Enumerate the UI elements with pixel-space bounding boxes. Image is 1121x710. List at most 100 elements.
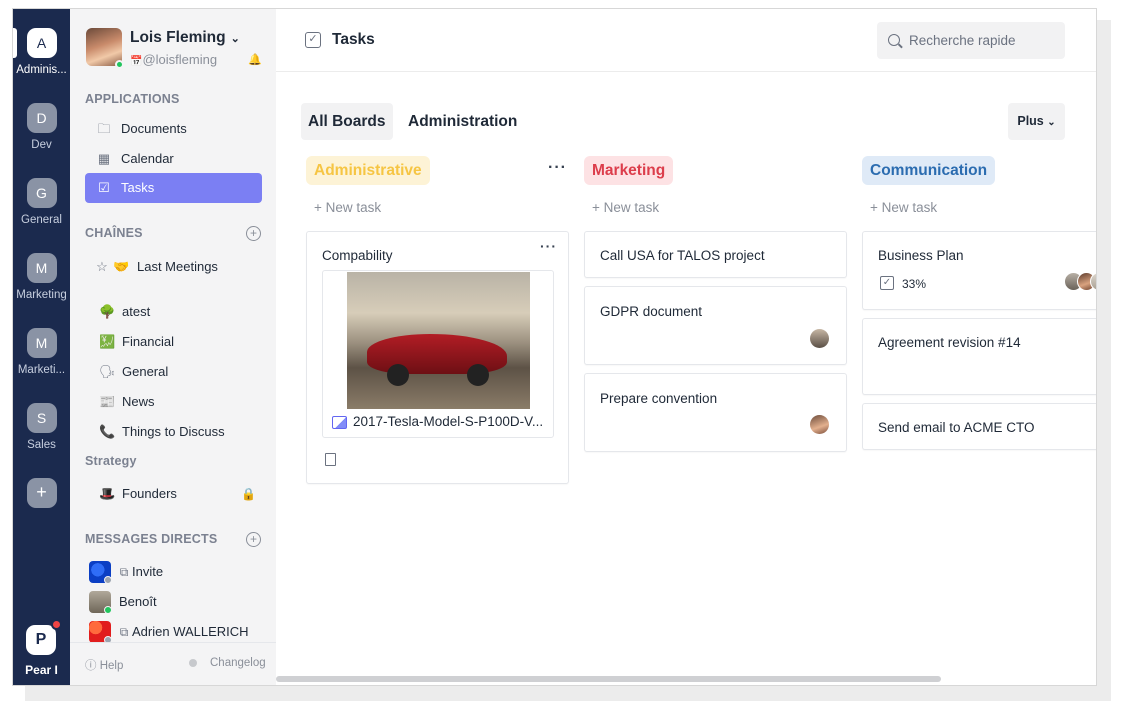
card-title: Call USA for TALOS project: [600, 248, 765, 263]
workspace-letter: M: [26, 328, 57, 358]
direct-messages-heading: MESSAGES DIRECTS: [85, 532, 218, 546]
user-handle: 📅@loisfleming: [130, 52, 217, 67]
channel-label: Things to Discuss: [122, 424, 225, 439]
workspace-marketing-2[interactable]: M Marketi...: [13, 328, 70, 376]
workspace-letter: G: [26, 178, 57, 208]
channel-label: atest: [122, 304, 151, 319]
checklist-progress: 33%: [902, 277, 927, 291]
changelog-link[interactable]: Changelog: [210, 657, 266, 669]
workspace-administration[interactable]: A Adminis...: [13, 28, 70, 76]
workspace-name: Marketi...: [17, 364, 66, 376]
checklist-icon: ✓: [880, 276, 894, 290]
task-card-send-email[interactable]: Send email to ACME CTO: [862, 403, 1096, 450]
column-marketing-tag: Marketing: [584, 156, 674, 185]
channel-founders[interactable]: 🎩 Founders 🔒: [85, 479, 262, 509]
channel-financial[interactable]: 💹 Financial: [85, 327, 262, 357]
new-task-button[interactable]: + New task: [592, 200, 659, 215]
workspace-name: Marketing: [16, 289, 67, 301]
workspace-rail: A Adminis... D Dev G General M Marketing M Ma…: [13, 9, 70, 685]
channel-label: Founders: [122, 486, 177, 501]
channel-label: General: [122, 364, 169, 379]
app-label: Calendar: [121, 151, 174, 166]
new-task-button[interactable]: + New task: [314, 200, 381, 215]
channel-atest[interactable]: 🌳 atest: [85, 297, 262, 327]
search-input[interactable]: [877, 22, 1065, 59]
attachment-preview[interactable]: 2017-Tesla-Model-S-P100D-V...: [322, 270, 554, 438]
channel-label: Last Meetings: [137, 259, 218, 274]
task-card-call-usa[interactable]: Call USA for TALOS project: [584, 231, 847, 278]
help-link[interactable]: ⓘ Help: [85, 657, 123, 673]
workspace-name: Adminis...: [16, 64, 67, 76]
column-menu-icon[interactable]: ···: [548, 159, 567, 177]
more-dropdown-button[interactable]: Plus ⌄: [1008, 103, 1065, 140]
channel-general[interactable]: 🗣 General: [85, 357, 262, 387]
add-channel-icon[interactable]: +: [246, 226, 261, 241]
main-content: ✓ Tasks All Boards Administration Plus ⌄…: [276, 9, 1096, 685]
bell-icon[interactable]: 🔔: [248, 53, 262, 66]
workspace-letter: A: [26, 28, 57, 58]
handshake-icon: 🤝: [113, 259, 130, 274]
channel-label: News: [122, 394, 155, 409]
dm-label: Invite: [132, 564, 164, 579]
workspace-letter: S: [26, 403, 57, 433]
organization-avatar[interactable]: P: [26, 625, 56, 655]
task-card-agreement-revision[interactable]: Agreement revision #14: [862, 318, 1096, 395]
card-title: Send email to ACME CTO: [878, 420, 1035, 435]
calendar-emoji-icon: 📅: [130, 56, 143, 67]
app-tasks[interactable]: ☑ Tasks: [85, 173, 262, 203]
channel-news[interactable]: 📰 News: [85, 387, 262, 417]
workspace-general[interactable]: G General: [13, 178, 70, 226]
channel-things-to-discuss[interactable]: 📞 Things to Discuss: [85, 417, 262, 447]
horizontal-scrollbar[interactable]: [276, 676, 941, 682]
task-card-prepare-convention[interactable]: Prepare convention: [584, 373, 847, 452]
dm-label: Benoît: [119, 594, 157, 609]
chevron-down-icon: ⌄: [230, 33, 240, 45]
workspace-name: General: [21, 214, 62, 226]
app-documents[interactable]: 🗀 Documents: [85, 114, 262, 144]
workspace-name: Sales: [27, 439, 56, 451]
task-card-gdpr[interactable]: GDPR document: [584, 286, 847, 365]
lock-icon: 🔒: [241, 487, 256, 501]
image-icon: [332, 416, 347, 429]
card-title: Business Plan: [878, 248, 964, 263]
add-workspace-button[interactable]: +: [13, 478, 70, 514]
app-calendar[interactable]: ▦ Calendar: [85, 144, 262, 174]
card-menu-icon[interactable]: ···: [540, 238, 557, 254]
tab-administration[interactable]: Administration: [401, 103, 524, 140]
status-dot: [104, 576, 112, 584]
user-menu[interactable]: Lois Fleming ⌄: [130, 29, 240, 47]
help-label: Help: [99, 660, 124, 672]
channels-heading: CHAÎNES: [85, 226, 143, 240]
star-icon: ☆: [96, 259, 108, 274]
applications-heading: APPLICATIONS: [85, 92, 180, 106]
card-title: Compability: [322, 248, 393, 263]
tasks-icon: ☑: [98, 180, 110, 195]
app-label: Documents: [121, 121, 187, 136]
folder-icon: 🗀: [97, 121, 111, 136]
notification-dot: [51, 619, 62, 630]
channel-label: Financial: [122, 334, 175, 349]
more-label: Plus: [1017, 114, 1044, 128]
workspace-letter: D: [26, 103, 57, 133]
card-title: GDPR document: [600, 304, 703, 319]
workspace-marketing[interactable]: M Marketing: [13, 253, 70, 301]
newspaper-icon: 📰: [99, 394, 116, 409]
app-label: Tasks: [121, 180, 155, 195]
tab-all-boards[interactable]: All Boards: [301, 103, 393, 140]
new-task-button[interactable]: + New task: [870, 200, 937, 215]
card-title: Prepare convention: [600, 391, 718, 406]
workspace-sales[interactable]: S Sales: [13, 403, 70, 451]
task-card-business-plan[interactable]: Business Plan ✓ 33%: [862, 231, 1096, 310]
organization-name: Pear I: [25, 663, 58, 677]
online-status-dot: [115, 60, 124, 69]
dm-benoit[interactable]: Benoît: [85, 587, 262, 617]
workspace-name: Dev: [31, 139, 52, 151]
add-direct-message-icon[interactable]: +: [246, 532, 261, 547]
task-card-compability[interactable]: Compability ··· 2017-Tesla-Model-S-P100D…: [306, 231, 569, 484]
wheel-shape: [467, 364, 489, 386]
workspace-dev[interactable]: D Dev: [13, 103, 70, 151]
attachment-filename: 2017-Tesla-Model-S-P100D-V...: [353, 414, 544, 429]
user-name: Lois Fleming: [130, 29, 226, 46]
dm-invite[interactable]: ⧉ Invite: [85, 557, 262, 587]
channel-last-meetings[interactable]: ☆ 🤝 Last Meetings: [85, 252, 262, 282]
